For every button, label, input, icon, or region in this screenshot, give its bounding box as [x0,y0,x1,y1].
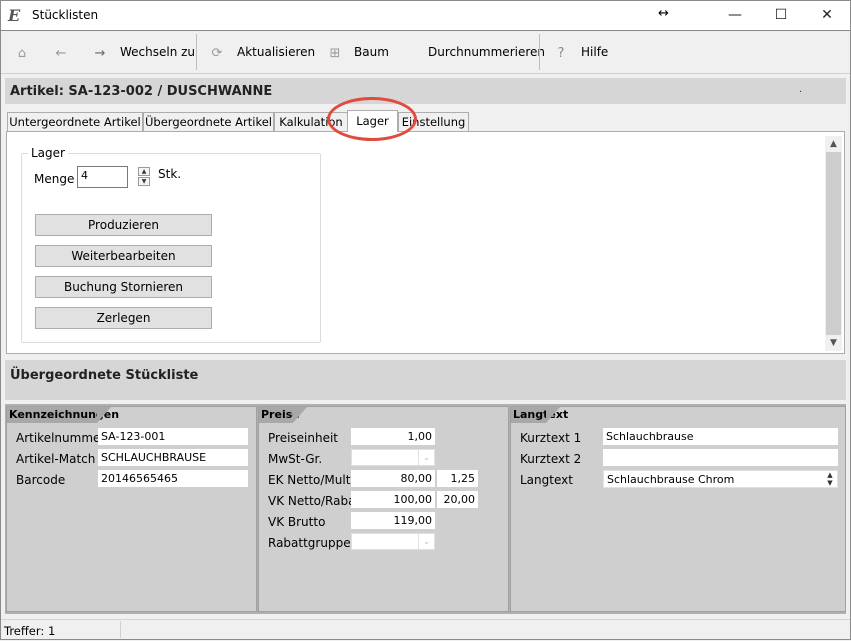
maximize-button[interactable]: ☐ [758,0,804,30]
vk-brutto-field[interactable]: 119,00 [351,512,435,529]
toolbar-separator [196,34,197,70]
wechseln-zu-button[interactable]: Wechseln zu [120,45,195,59]
langtext-scroll[interactable]: ▲ ▼ [824,471,836,487]
weiterbearbeiten-button[interactable]: Weiterbearbeiten [35,245,212,267]
artikel-match-field[interactable]: SCHLAUCHBRAUSE [98,449,248,466]
close-icon: ✕ [821,7,833,23]
preiseinheit-label: Preiseinheit [268,431,339,445]
aktualisieren-button[interactable]: Aktualisieren [237,45,315,59]
menge-spin-up-icon[interactable]: ▲ [138,167,150,176]
kurztext2-label: Kurztext 2 [520,452,582,466]
status-text: Treffer: 1 [4,624,56,638]
artikel-match-label: Artikel-Match [16,452,96,466]
ek-multi-field[interactable]: 1,25 [437,470,478,487]
help-icon: ? [557,45,565,61]
close-button[interactable]: ✕ [804,0,850,30]
dropdown-arrow-icon: ⌄ [418,450,434,465]
buchung-stornieren-button[interactable]: Buchung Stornieren [35,276,212,298]
barcode-field[interactable]: 20146565465 [98,470,248,487]
tab-untergeordnete-artikel[interactable]: Untergeordnete Artikel [7,112,143,131]
scroll-down-icon[interactable]: ▼ [825,336,842,350]
back-icon[interactable]: ← [52,44,70,62]
tab-uebergeordnete-artikel[interactable]: Übergeordnete Artikel [143,112,274,131]
status-separator [120,621,121,638]
mwst-select[interactable]: ⌄ [351,449,435,466]
langtext-tab: Langtext [511,407,569,423]
app-logo-icon: E [8,6,21,25]
zerlegen-button[interactable]: Zerlegen [35,307,212,329]
kurztext1-label: Kurztext 1 [520,431,582,445]
menge-input[interactable]: 4 [77,166,128,188]
durchnummerieren-button[interactable]: Durchnummerieren [428,45,545,59]
langtext-scroll-up-icon[interactable]: ▲ [824,471,836,479]
tree-icon: ⊞ [329,45,341,61]
vk-rabatt-field[interactable]: 20,00 [437,491,478,508]
refresh-icon: ⟳ [211,45,223,61]
preiseinheit-field[interactable]: 1,00 [351,428,435,445]
scroll-up-icon[interactable]: ▲ [825,137,842,151]
baum-button[interactable]: Baum [354,45,389,59]
forward-icon[interactable]: → [91,44,109,62]
vk-brutto-label: VK Brutto [268,515,326,529]
langtext-field[interactable]: Schlauchbrause Chrom [603,470,838,488]
barcode-label: Barcode [16,473,66,487]
lager-legend: Lager [28,146,68,160]
rabattgruppe-label: Rabattgruppe [268,536,351,550]
langtext-label: Langtext [520,473,573,487]
vk-netto-label: VK Netto/Raba. [268,494,360,508]
ek-netto-label: EK Netto/Multi [268,473,354,487]
langtext-scroll-down-icon[interactable]: ▼ [824,479,836,487]
minimize-icon: — [728,7,742,23]
kurztext1-field[interactable]: Schlauchbrause [603,428,838,445]
header-marker: . [799,84,803,95]
scrollbar-thumb[interactable] [826,152,841,335]
mwst-label: MwSt-Gr. [268,452,323,466]
kennzeichnungen-tab: Kennzeichnungen [7,407,120,423]
parent-title: Übergeordnete Stückliste [10,368,199,383]
status-bar [0,619,851,641]
vk-netto-field[interactable]: 100,00 [351,491,435,508]
ek-netto-field[interactable]: 80,00 [351,470,435,487]
menge-label: Menge [34,172,75,186]
highlight-annotation [327,97,417,141]
article-title: Artikel: SA-123-002 / DUSCHWANNE [10,84,273,99]
kurztext2-field[interactable] [603,449,838,466]
dropdown-arrow-icon: ⌄ [418,534,434,549]
produzieren-button[interactable]: Produzieren [35,214,212,236]
window-title: Stücklisten [32,8,99,22]
maximize-icon: ☐ [774,7,788,23]
artikelnummer-label: Artikelnummer [16,431,106,445]
unit-label: Stk. [158,167,182,181]
resize-icon[interactable]: ↔ [658,6,669,21]
preise-tab: Preise [259,407,307,423]
rabattgruppe-select[interactable]: ⌄ [351,533,435,550]
menge-spin-down-icon[interactable]: ▼ [138,177,150,186]
minimize-button[interactable]: — [712,0,758,30]
home-icon[interactable]: ⌂ [13,44,31,62]
hilfe-button[interactable]: Hilfe [581,45,608,59]
artikelnummer-field[interactable]: SA-123-001 [98,428,248,445]
toolbar-separator [539,34,540,70]
